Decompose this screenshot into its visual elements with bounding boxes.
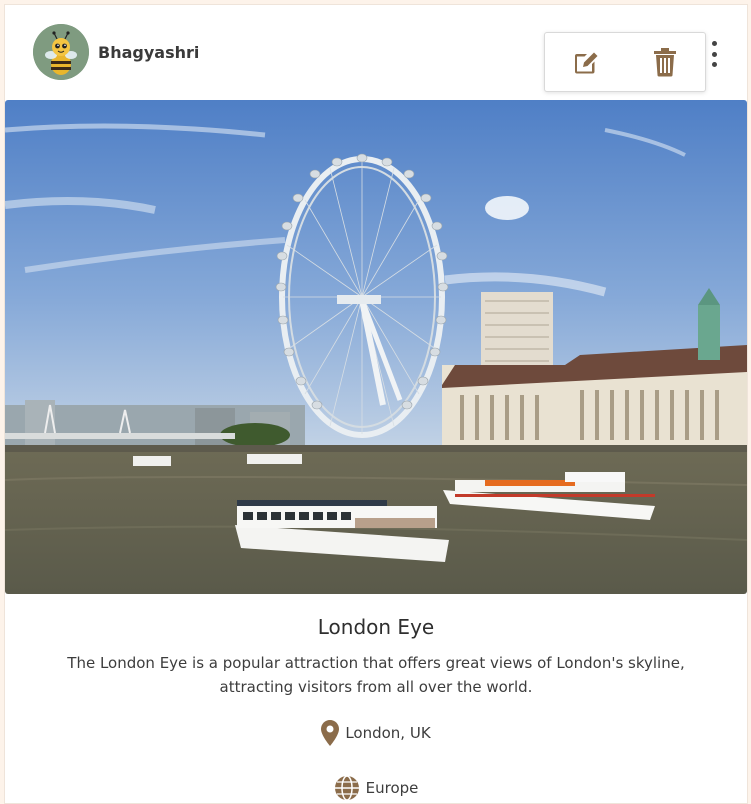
post-title: London Eye (317, 615, 435, 639)
post-author: Bhagyashri (33, 24, 199, 80)
post-location: London, UK (5, 720, 747, 746)
bee-avatar-icon (33, 24, 89, 80)
location-text: London, UK (345, 724, 431, 742)
region-text: Europe (365, 779, 419, 797)
post-region: Europe (5, 775, 747, 801)
post-description: The London Eye is a popular attraction t… (67, 654, 685, 696)
post-actions-menu (544, 32, 706, 92)
post-image (5, 100, 747, 594)
map-pin-icon (321, 720, 340, 746)
author-name[interactable]: Bhagyashri (98, 43, 199, 62)
avatar[interactable] (33, 24, 89, 80)
globe-icon (334, 775, 359, 801)
trash-icon (654, 48, 676, 77)
edit-button[interactable] (567, 44, 603, 80)
post-options-button[interactable] (711, 41, 717, 67)
delete-button[interactable] (647, 44, 683, 80)
edit-icon (575, 52, 598, 74)
post-card: Bhagyashri London Eye The London Eye is … (4, 4, 748, 804)
london-eye-photo (5, 100, 747, 594)
kebab-icon (711, 41, 717, 46)
